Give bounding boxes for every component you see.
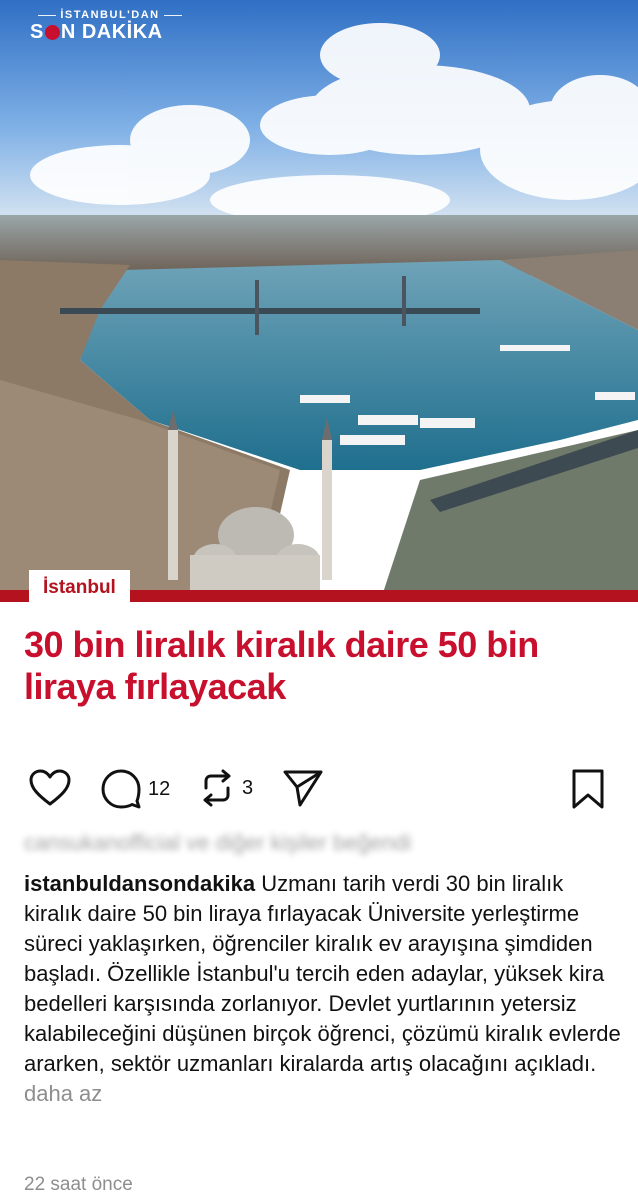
- caption-text: Uzmanı tarih verdi 30 bin liralık kiralı…: [24, 871, 621, 1076]
- like-button[interactable]: [28, 768, 72, 808]
- brand-logo-top: İSTANBUL'DAN: [60, 9, 160, 21]
- istanbul-golden-horn-photo: [0, 0, 638, 602]
- heart-icon: [29, 769, 71, 806]
- repost-count: 3: [242, 776, 254, 799]
- send-icon: [283, 770, 323, 807]
- post-actions-bar: 12 3: [0, 762, 638, 816]
- comment-button[interactable]: 12: [100, 768, 170, 810]
- less-link[interactable]: daha az: [24, 1081, 102, 1106]
- brand-o-circle: [44, 24, 60, 40]
- brand-logo-bottom: N DAKİKA: [60, 21, 163, 43]
- bookmark-icon: [572, 769, 604, 809]
- liked-by-text[interactable]: cansukanofficial ve diğer kişiler beğend…: [24, 830, 411, 856]
- comment-icon: [101, 769, 141, 809]
- share-button[interactable]: [282, 768, 324, 808]
- brand-logo: İSTANBUL'DAN S N DAKİKA: [30, 9, 190, 43]
- post-headline: 30 bin liralık kiralık daire 50 bin lira…: [24, 624, 539, 707]
- caption-username[interactable]: istanbuldansondakika: [24, 871, 255, 896]
- repost-button[interactable]: 3: [198, 768, 253, 808]
- repost-icon: [203, 769, 231, 807]
- brand-logo-letter: S: [30, 21, 44, 43]
- post-caption: istanbuldansondakika Uzmanı tarih verdi …: [24, 869, 624, 1109]
- save-button[interactable]: [570, 768, 606, 810]
- comment-count: 12: [148, 777, 171, 800]
- post-image[interactable]: İSTANBUL'DAN S N DAKİKA: [0, 0, 638, 602]
- category-tag: İstanbul: [29, 570, 130, 604]
- post-timestamp: 22 saat önce: [24, 1174, 133, 1195]
